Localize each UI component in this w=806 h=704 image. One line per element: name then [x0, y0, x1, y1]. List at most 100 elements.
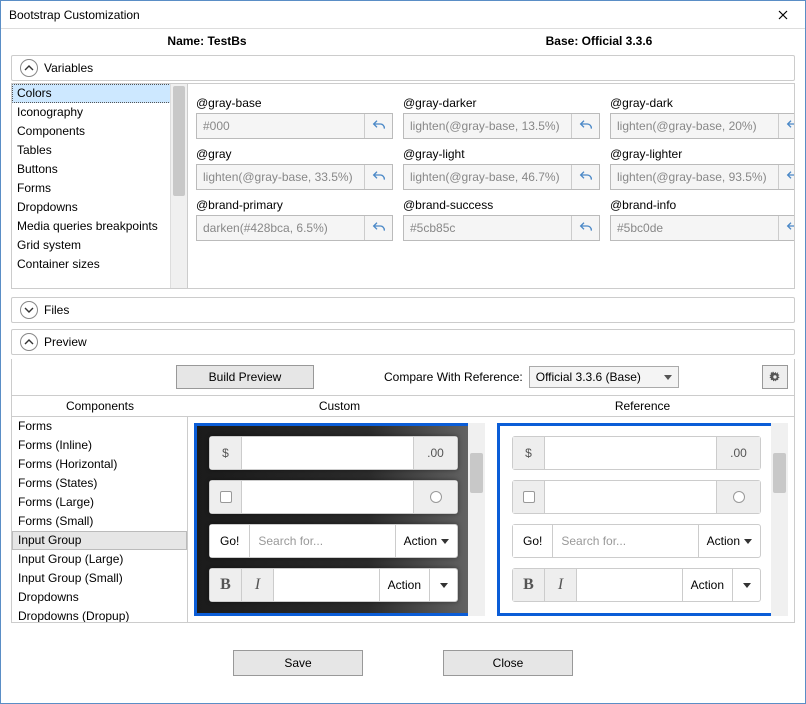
text-input[interactable] — [577, 569, 682, 601]
collapse-button[interactable] — [20, 59, 38, 77]
save-button[interactable]: Save — [233, 650, 363, 676]
text-input[interactable] — [545, 481, 716, 513]
go-button[interactable]: Go! — [513, 525, 553, 557]
component-item[interactable]: Forms (Horizontal) — [12, 455, 187, 474]
search-input[interactable]: Search for... — [250, 525, 394, 557]
variable-input[interactable] — [611, 114, 778, 138]
action-dropdown-caret[interactable] — [732, 569, 760, 601]
category-item[interactable]: Container sizes — [12, 255, 187, 274]
component-item[interactable]: Forms (Small) — [12, 512, 187, 531]
expand-button[interactable] — [20, 301, 38, 319]
text-input[interactable] — [242, 437, 413, 469]
addon-radio[interactable] — [413, 481, 457, 513]
scrollbar[interactable] — [468, 423, 485, 616]
text-input[interactable] — [274, 569, 379, 601]
reset-button[interactable] — [778, 216, 794, 240]
component-list[interactable]: FormsForms (Inline)Forms (Horizontal)For… — [12, 417, 188, 622]
addon-dollar: $ — [513, 437, 545, 469]
variable-field — [403, 113, 600, 139]
files-section-toggle[interactable]: Files — [11, 297, 795, 323]
chevron-down-icon — [24, 305, 34, 315]
addon-cents: .00 — [716, 437, 760, 469]
component-item[interactable]: Dropdowns (Dropup) — [12, 607, 187, 622]
variable-input[interactable] — [404, 216, 571, 240]
category-item[interactable]: Tables — [12, 141, 187, 160]
undo-icon — [578, 220, 594, 236]
category-item[interactable]: Grid system — [12, 236, 187, 255]
reference-preview-pane: $.00Go!Search for...Action BIAction — [497, 423, 788, 616]
reset-button[interactable] — [571, 165, 599, 189]
category-item[interactable]: Components — [12, 122, 187, 141]
reset-button[interactable] — [778, 114, 794, 138]
action-dropdown[interactable]: Action — [698, 525, 760, 557]
close-icon — [778, 10, 788, 20]
variable-field — [403, 164, 600, 190]
scrollbar-thumb[interactable] — [470, 453, 483, 493]
bold-button[interactable]: B — [210, 569, 242, 601]
italic-button[interactable]: I — [545, 569, 577, 601]
variable-input[interactable] — [197, 114, 364, 138]
text-input[interactable] — [545, 437, 716, 469]
category-list[interactable]: ColorsIconographyComponentsTablesButtons… — [12, 84, 188, 288]
action-dropdown[interactable]: Action — [395, 525, 457, 557]
components-header: Components — [12, 396, 188, 416]
component-item[interactable]: Dropdowns — [12, 588, 187, 607]
component-item[interactable]: Forms (States) — [12, 474, 187, 493]
compare-select[interactable]: Official 3.3.6 (Base) — [529, 366, 679, 388]
category-item[interactable]: Buttons — [12, 160, 187, 179]
close-button[interactable]: Close — [443, 650, 573, 676]
variable-input[interactable] — [197, 216, 364, 240]
preview-section-toggle[interactable]: Preview — [11, 329, 795, 355]
variable-field — [403, 215, 600, 241]
component-item[interactable]: Input Group — [12, 531, 187, 550]
reference-header: Reference — [491, 396, 794, 416]
addon-radio[interactable] — [716, 481, 760, 513]
variable-input[interactable] — [611, 216, 778, 240]
input-group-search: Go!Search for...Action — [512, 524, 761, 558]
variable-input[interactable] — [404, 165, 571, 189]
bold-button[interactable]: B — [513, 569, 545, 601]
scrollbar-thumb[interactable] — [773, 453, 786, 493]
preview-section-label: Preview — [44, 335, 87, 349]
reset-button[interactable] — [571, 114, 599, 138]
action-dropdown[interactable]: Action — [379, 569, 429, 601]
reset-button[interactable] — [364, 165, 392, 189]
scrollbar-thumb[interactable] — [173, 86, 185, 196]
close-window-button[interactable] — [761, 1, 805, 29]
reset-button[interactable] — [364, 216, 392, 240]
reset-button[interactable] — [364, 114, 392, 138]
variable-input[interactable] — [404, 114, 571, 138]
action-dropdown-caret[interactable] — [429, 569, 457, 601]
variable-input[interactable] — [611, 165, 778, 189]
search-input[interactable]: Search for... — [553, 525, 697, 557]
component-item[interactable]: Forms (Large) — [12, 493, 187, 512]
go-button[interactable]: Go! — [210, 525, 250, 557]
action-dropdown[interactable]: Action — [682, 569, 732, 601]
settings-button[interactable] — [762, 365, 788, 389]
addon-cents: .00 — [413, 437, 457, 469]
italic-button[interactable]: I — [242, 569, 274, 601]
variable-input[interactable] — [197, 165, 364, 189]
variables-section-toggle[interactable]: Variables — [11, 55, 795, 81]
input-group-check-radio — [209, 480, 458, 514]
variable-field — [196, 164, 393, 190]
variable-label: @gray-darker — [403, 96, 600, 111]
category-item[interactable]: Dropdowns — [12, 198, 187, 217]
component-item[interactable]: Forms — [12, 417, 187, 436]
build-preview-button[interactable]: Build Preview — [176, 365, 314, 389]
category-item[interactable]: Colors — [12, 84, 187, 103]
scrollbar[interactable] — [771, 423, 788, 616]
category-item[interactable]: Iconography — [12, 103, 187, 122]
collapse-button[interactable] — [20, 333, 38, 351]
addon-checkbox[interactable] — [210, 481, 242, 513]
category-item[interactable]: Forms — [12, 179, 187, 198]
reset-button[interactable] — [778, 165, 794, 189]
reset-button[interactable] — [571, 216, 599, 240]
text-input[interactable] — [242, 481, 413, 513]
component-item[interactable]: Input Group (Large) — [12, 550, 187, 569]
component-item[interactable]: Input Group (Small) — [12, 569, 187, 588]
addon-checkbox[interactable] — [513, 481, 545, 513]
scrollbar[interactable] — [170, 84, 187, 288]
category-item[interactable]: Media queries breakpoints — [12, 217, 187, 236]
component-item[interactable]: Forms (Inline) — [12, 436, 187, 455]
